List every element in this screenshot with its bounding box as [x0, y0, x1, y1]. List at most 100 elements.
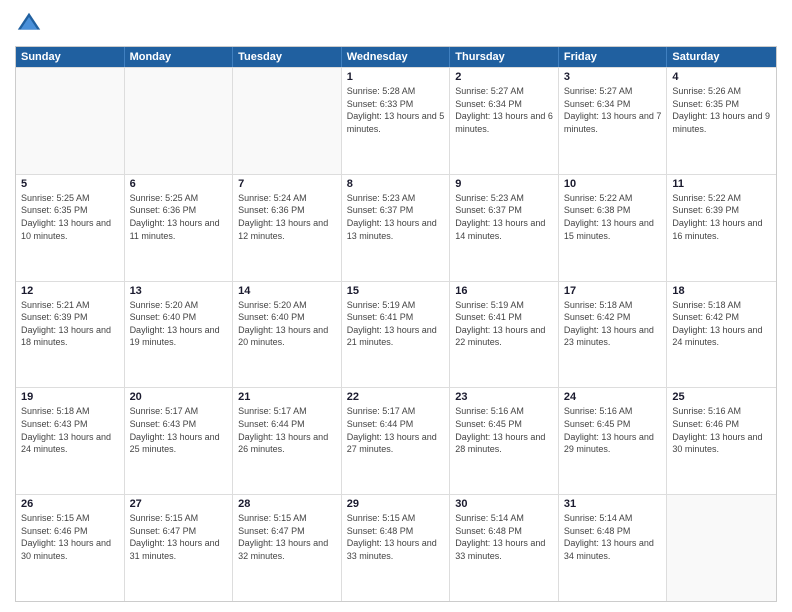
day-cell-11: 11 Sunrise: 5:22 AMSunset: 6:39 PMDayligh…	[667, 175, 776, 281]
day-number: 24	[564, 391, 662, 403]
logo	[15, 10, 47, 38]
week-row-5: 26 Sunrise: 5:15 AMSunset: 6:46 PMDayligh…	[16, 494, 776, 601]
day-info: Sunrise: 5:15 AMSunset: 6:48 PMDaylight:…	[347, 512, 445, 562]
empty-cell	[16, 68, 125, 174]
empty-cell	[233, 68, 342, 174]
day-info: Sunrise: 5:14 AMSunset: 6:48 PMDaylight:…	[564, 512, 662, 562]
day-cell-4: 4 Sunrise: 5:26 AMSunset: 6:35 PMDaylight…	[667, 68, 776, 174]
day-number: 2	[455, 71, 553, 83]
page: SundayMondayTuesdayWednesdayThursdayFrid…	[0, 0, 792, 612]
day-number: 28	[238, 498, 336, 510]
day-number: 8	[347, 178, 445, 190]
day-info: Sunrise: 5:28 AMSunset: 6:33 PMDaylight:…	[347, 85, 445, 135]
day-number: 13	[130, 285, 228, 297]
day-number: 11	[672, 178, 771, 190]
day-info: Sunrise: 5:15 AMSunset: 6:47 PMDaylight:…	[238, 512, 336, 562]
day-info: Sunrise: 5:19 AMSunset: 6:41 PMDaylight:…	[455, 299, 553, 349]
day-info: Sunrise: 5:26 AMSunset: 6:35 PMDaylight:…	[672, 85, 771, 135]
day-cell-5: 5Sunrise: 5:25 AMSunset: 6:35 PMDaylight…	[16, 175, 125, 281]
day-cell-27: 27 Sunrise: 5:15 AMSunset: 6:47 PMDayligh…	[125, 495, 234, 601]
day-header-tuesday: Tuesday	[233, 47, 342, 67]
day-info: Sunrise: 5:27 AMSunset: 6:34 PMDaylight:…	[455, 85, 553, 135]
day-info: Sunrise: 5:23 AMSunset: 6:37 PMDaylight:…	[347, 192, 445, 242]
day-number: 19	[21, 391, 119, 403]
day-info: Sunrise: 5:25 AMSunset: 6:36 PMDaylight:…	[130, 192, 228, 242]
day-cell-8: 8 Sunrise: 5:23 AMSunset: 6:37 PMDaylight…	[342, 175, 451, 281]
day-number: 29	[347, 498, 445, 510]
day-info: Sunrise: 5:15 AMSunset: 6:47 PMDaylight:…	[130, 512, 228, 562]
day-number: 6	[130, 178, 228, 190]
day-cell-17: 17 Sunrise: 5:18 AMSunset: 6:42 PMDayligh…	[559, 282, 668, 388]
day-header-wednesday: Wednesday	[342, 47, 451, 67]
day-cell-1: 1 Sunrise: 5:28 AMSunset: 6:33 PMDaylight…	[342, 68, 451, 174]
day-number: 17	[564, 285, 662, 297]
week-row-3: 12 Sunrise: 5:21 AMSunset: 6:39 PMDayligh…	[16, 281, 776, 388]
day-number: 14	[238, 285, 336, 297]
day-number: 31	[564, 498, 662, 510]
day-info: Sunrise: 5:24 AMSunset: 6:36 PMDaylight:…	[238, 192, 336, 242]
day-number: 22	[347, 391, 445, 403]
day-info: Sunrise: 5:17 AMSunset: 6:43 PMDaylight:…	[130, 405, 228, 455]
day-cell-12: 12 Sunrise: 5:21 AMSunset: 6:39 PMDayligh…	[16, 282, 125, 388]
day-number: 27	[130, 498, 228, 510]
day-info: Sunrise: 5:25 AMSunset: 6:35 PMDaylight:…	[21, 192, 119, 242]
day-number: 4	[672, 71, 771, 83]
logo-icon	[15, 10, 43, 38]
day-info: Sunrise: 5:22 AMSunset: 6:39 PMDaylight:…	[672, 192, 771, 242]
day-cell-2: 2 Sunrise: 5:27 AMSunset: 6:34 PMDaylight…	[450, 68, 559, 174]
day-info: Sunrise: 5:23 AMSunset: 6:37 PMDaylight:…	[455, 192, 553, 242]
day-number: 18	[672, 285, 771, 297]
day-cell-30: 30 Sunrise: 5:14 AMSunset: 6:48 PMDayligh…	[450, 495, 559, 601]
day-cell-23: 23 Sunrise: 5:16 AMSunset: 6:45 PMDayligh…	[450, 388, 559, 494]
day-info: Sunrise: 5:18 AMSunset: 6:42 PMDaylight:…	[564, 299, 662, 349]
day-number: 1	[347, 71, 445, 83]
day-cell-31: 31 Sunrise: 5:14 AMSunset: 6:48 PMDayligh…	[559, 495, 668, 601]
calendar: SundayMondayTuesdayWednesdayThursdayFrid…	[15, 46, 777, 602]
day-cell-3: 3 Sunrise: 5:27 AMSunset: 6:34 PMDaylight…	[559, 68, 668, 174]
day-cell-15: 15 Sunrise: 5:19 AMSunset: 6:41 PMDayligh…	[342, 282, 451, 388]
day-info: Sunrise: 5:21 AMSunset: 6:39 PMDaylight:…	[21, 299, 119, 349]
day-info: Sunrise: 5:27 AMSunset: 6:34 PMDaylight:…	[564, 85, 662, 135]
day-info: Sunrise: 5:22 AMSunset: 6:38 PMDaylight:…	[564, 192, 662, 242]
week-row-4: 19Sunrise: 5:18 AMSunset: 6:43 PMDayligh…	[16, 387, 776, 494]
day-info: Sunrise: 5:16 AMSunset: 6:46 PMDaylight:…	[672, 405, 771, 455]
day-cell-29: 29 Sunrise: 5:15 AMSunset: 6:48 PMDayligh…	[342, 495, 451, 601]
day-number: 10	[564, 178, 662, 190]
day-number: 16	[455, 285, 553, 297]
week-row-1: 1 Sunrise: 5:28 AMSunset: 6:33 PMDaylight…	[16, 67, 776, 174]
day-cell-9: 9Sunrise: 5:23 AMSunset: 6:37 PMDaylight…	[450, 175, 559, 281]
day-number: 25	[672, 391, 771, 403]
day-info: Sunrise: 5:16 AMSunset: 6:45 PMDaylight:…	[564, 405, 662, 455]
week-row-2: 5Sunrise: 5:25 AMSunset: 6:35 PMDaylight…	[16, 174, 776, 281]
day-info: Sunrise: 5:19 AMSunset: 6:41 PMDaylight:…	[347, 299, 445, 349]
day-info: Sunrise: 5:17 AMSunset: 6:44 PMDaylight:…	[238, 405, 336, 455]
day-info: Sunrise: 5:18 AMSunset: 6:42 PMDaylight:…	[672, 299, 771, 349]
calendar-body: 1 Sunrise: 5:28 AMSunset: 6:33 PMDaylight…	[16, 67, 776, 601]
day-header-monday: Monday	[125, 47, 234, 67]
day-info: Sunrise: 5:14 AMSunset: 6:48 PMDaylight:…	[455, 512, 553, 562]
day-number: 23	[455, 391, 553, 403]
day-cell-10: 10 Sunrise: 5:22 AMSunset: 6:38 PMDayligh…	[559, 175, 668, 281]
day-cell-7: 7Sunrise: 5:24 AMSunset: 6:36 PMDaylight…	[233, 175, 342, 281]
day-cell-28: 28 Sunrise: 5:15 AMSunset: 6:47 PMDayligh…	[233, 495, 342, 601]
day-header-friday: Friday	[559, 47, 668, 67]
day-number: 3	[564, 71, 662, 83]
day-header-thursday: Thursday	[450, 47, 559, 67]
empty-cell	[125, 68, 234, 174]
day-cell-22: 22Sunrise: 5:17 AMSunset: 6:44 PMDayligh…	[342, 388, 451, 494]
day-cell-24: 24 Sunrise: 5:16 AMSunset: 6:45 PMDayligh…	[559, 388, 668, 494]
day-cell-20: 20 Sunrise: 5:17 AMSunset: 6:43 PMDayligh…	[125, 388, 234, 494]
empty-cell	[667, 495, 776, 601]
day-info: Sunrise: 5:16 AMSunset: 6:45 PMDaylight:…	[455, 405, 553, 455]
day-cell-14: 14Sunrise: 5:20 AMSunset: 6:40 PMDayligh…	[233, 282, 342, 388]
day-number: 15	[347, 285, 445, 297]
day-cell-26: 26 Sunrise: 5:15 AMSunset: 6:46 PMDayligh…	[16, 495, 125, 601]
day-number: 21	[238, 391, 336, 403]
day-info: Sunrise: 5:20 AMSunset: 6:40 PMDaylight:…	[130, 299, 228, 349]
day-info: Sunrise: 5:15 AMSunset: 6:46 PMDaylight:…	[21, 512, 119, 562]
day-number: 30	[455, 498, 553, 510]
day-number: 12	[21, 285, 119, 297]
day-number: 20	[130, 391, 228, 403]
day-cell-6: 6 Sunrise: 5:25 AMSunset: 6:36 PMDaylight…	[125, 175, 234, 281]
day-number: 26	[21, 498, 119, 510]
